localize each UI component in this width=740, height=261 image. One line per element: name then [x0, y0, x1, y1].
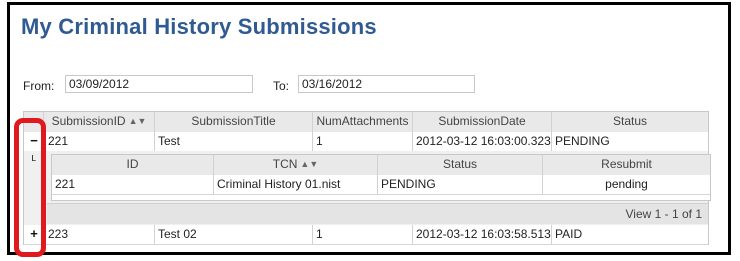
collapse-icon[interactable]: −: [24, 132, 44, 151]
cell-submissiontitle: Test 02: [155, 225, 313, 244]
from-label: From:: [23, 79, 55, 93]
cell-status: PAID: [555, 227, 583, 241]
header-submissionid[interactable]: SubmissionID ▲▼: [44, 112, 155, 132]
subheader-tcn[interactable]: TCN ▲▼: [214, 155, 378, 175]
subgrid-pager: View 1 - 1 of 1: [47, 203, 708, 224]
header-submissiondate[interactable]: SubmissionDate: [413, 112, 552, 132]
sort-icon[interactable]: ▲▼: [300, 159, 318, 169]
submissions-grid: SubmissionID ▲▼ SubmissionTitle NumAttach…: [23, 111, 711, 245]
subgrid-marker: ᴸ: [31, 153, 37, 167]
header-status[interactable]: Status: [552, 112, 708, 132]
page-title: My Criminal History Submissions: [21, 14, 377, 39]
expand-icon[interactable]: +: [24, 225, 44, 244]
cell-submissiondate: 2012-03-12 16:03:00.323: [413, 132, 552, 151]
cell-submissiondate: 2012-03-12 16:03:58.513: [413, 225, 552, 244]
sort-icon[interactable]: ▲▼: [129, 116, 147, 126]
attachments-subgrid: ID TCN ▲▼ Status Resubmit 221 Criminal Hi…: [51, 154, 711, 201]
table-row[interactable]: 221 Criminal History 01.nist PENDING pen…: [52, 175, 710, 195]
subgrid-area: ᴸ ID TCN ▲▼ Status Resubmit 221 Criminal …: [24, 151, 711, 225]
cell-tcn: Criminal History 01.nist: [214, 175, 378, 194]
subheader-id[interactable]: ID: [52, 155, 214, 175]
cell-id: 221: [52, 175, 214, 194]
grid-header: SubmissionID ▲▼ SubmissionTitle NumAttach…: [24, 112, 708, 133]
header-submissiontitle[interactable]: SubmissionTitle: [155, 112, 313, 132]
cell-status: PENDING: [555, 134, 610, 148]
header-numattachments[interactable]: NumAttachments: [313, 112, 413, 132]
subheader-status[interactable]: Status: [378, 155, 543, 175]
cell-resubmit[interactable]: pending: [543, 175, 710, 194]
to-date-input[interactable]: [298, 75, 475, 93]
subheader-resubmit[interactable]: Resubmit: [543, 155, 710, 175]
table-row[interactable]: − 221 Test 1 2012-03-12 16:03:00.323 PEN…: [24, 132, 708, 152]
cell-submissionid: 223: [44, 225, 155, 244]
cell-sub-status: PENDING: [378, 175, 543, 194]
header-expand-col: [24, 112, 44, 132]
cell-numattachments: 1: [313, 132, 413, 151]
cell-submissiontitle: Test: [155, 132, 313, 151]
to-label: To:: [273, 79, 290, 93]
table-row[interactable]: + 223 Test 02 1 2012-03-12 16:03:58.513 …: [24, 225, 708, 245]
from-date-input[interactable]: [65, 75, 253, 93]
cell-numattachments: 1: [313, 225, 413, 244]
subgrid-header: ID TCN ▲▼ Status Resubmit: [52, 155, 710, 176]
cell-submissionid: 221: [44, 132, 155, 151]
